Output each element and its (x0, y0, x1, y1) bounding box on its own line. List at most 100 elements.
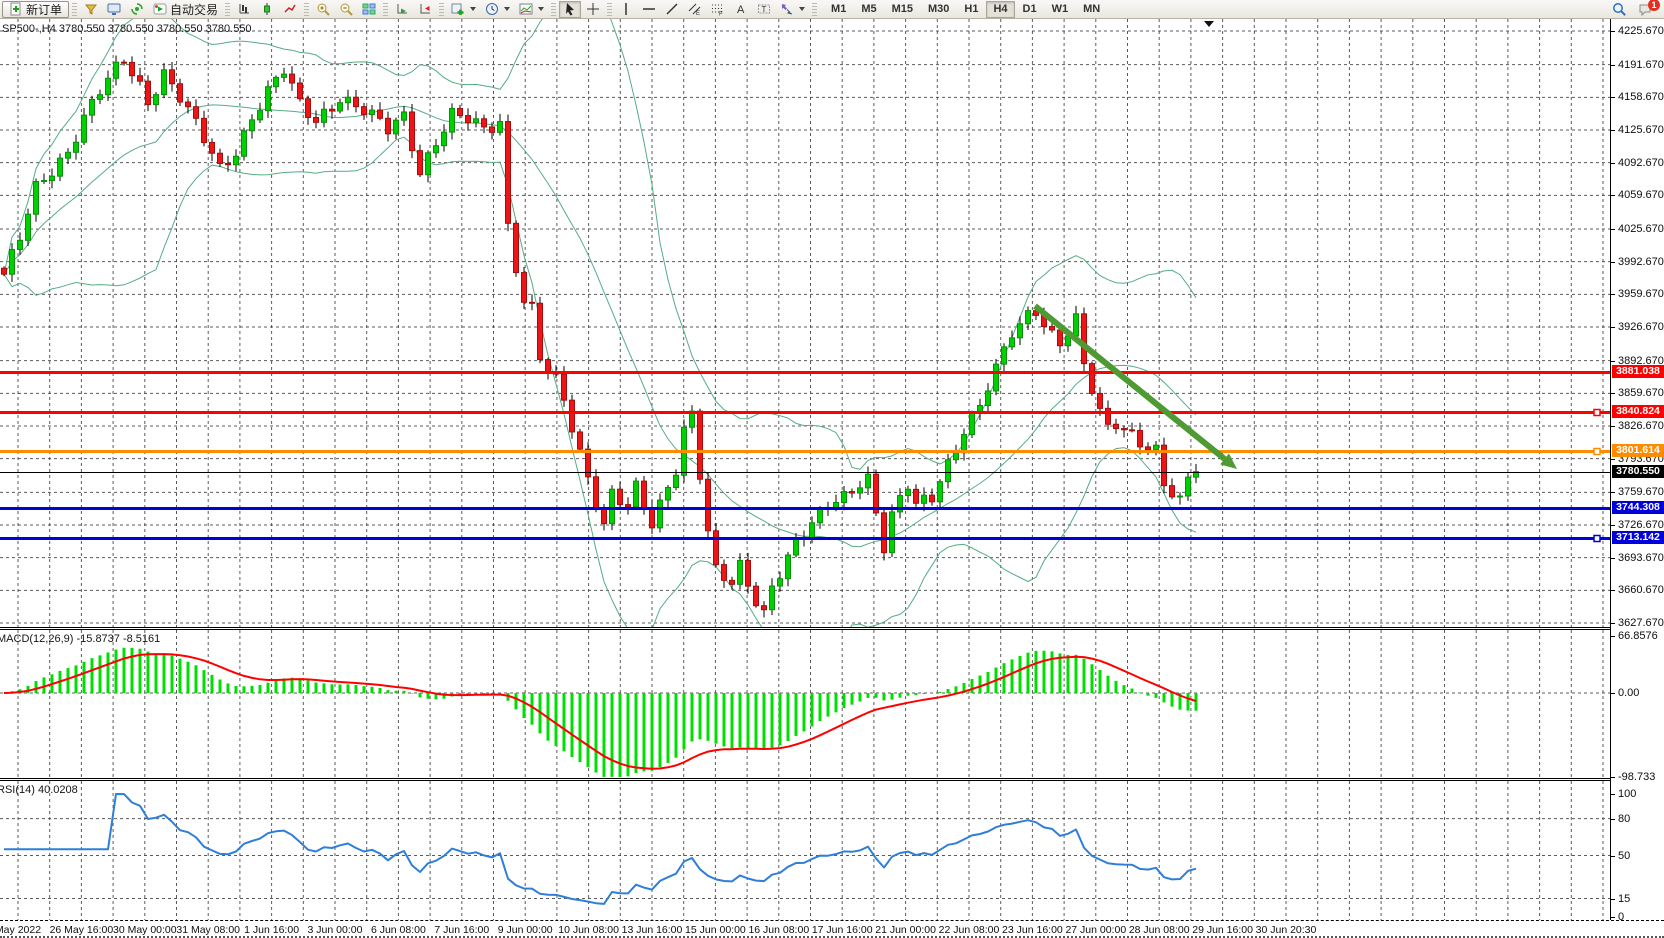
trendline-button[interactable] (661, 1, 683, 18)
new-order-icon (9, 2, 23, 16)
macd-pane[interactable]: MACD(12,26,9) -15.8737 -8.5161 (0, 630, 1610, 778)
zoom-in-button[interactable] (312, 1, 334, 18)
vertical-line-button[interactable] (615, 1, 637, 18)
time-tick-label: 16 Jun 08:00 (748, 924, 809, 936)
price-tick-label: 3992.670 (1618, 256, 1664, 268)
svg-text:E: E (696, 11, 700, 16)
time-tick-label: 26 May 16:00 (50, 924, 114, 936)
price-tick-label: 4191.670 (1618, 59, 1664, 71)
fibonacci-icon: F (711, 2, 725, 16)
time-tick-label: 10 Jun 08:00 (558, 924, 619, 936)
metaeditor-button[interactable] (80, 1, 102, 18)
time-tick-label: 29 Jun 16:00 (1192, 924, 1253, 936)
crosshair-button[interactable] (582, 1, 604, 18)
rsi-label: RSI(14) 40.0208 (0, 784, 78, 796)
tile-windows-button[interactable] (358, 1, 380, 18)
timeframe-w1[interactable]: W1 (1045, 1, 1076, 18)
timeframe-group: M1M5M15M30H1H4D1W1MN (824, 1, 1107, 18)
horizontal-line-icon (642, 2, 656, 16)
periods-button[interactable] (481, 1, 514, 18)
market-watch-icon (107, 2, 121, 16)
svg-text:A: A (737, 4, 745, 16)
templates-icon (519, 2, 533, 16)
time-axis[interactable]: May 202226 May 16:0030 May 00:0031 May 0… (0, 920, 1664, 938)
zoom-in-icon (316, 2, 330, 16)
search-button[interactable] (1608, 1, 1630, 18)
new-order-button[interactable]: 新订单 (2, 1, 69, 18)
main-price-pane[interactable]: SP500-,H4 3780.550 3780.550 3780.550 378… (0, 19, 1610, 627)
price-tick-label: 3660.670 (1618, 584, 1664, 596)
toolbar-right: 1 (1608, 1, 1662, 18)
toolbar-grip (72, 3, 77, 16)
cursor-icon (563, 2, 577, 16)
time-tick-label: 13 Jun 16:00 (622, 924, 683, 936)
price-tag-3713.142: 3713.142 (1612, 531, 1664, 544)
pane-separator[interactable] (0, 778, 1664, 781)
time-tick-label: 7 Jun 16:00 (434, 924, 489, 936)
time-tick-label: 30 Jun 20:30 (1256, 924, 1317, 936)
text-label-button[interactable]: T (753, 1, 775, 18)
bar-chart-icon (237, 2, 251, 16)
autotrading-button[interactable]: 自动交易 (149, 1, 222, 18)
rsi-tick-label: 50 (1618, 850, 1630, 862)
macd-tick-label: 0.00 (1618, 687, 1639, 699)
time-tick-label: 27 Jun 00:00 (1065, 924, 1126, 936)
price-tick-label: 3826.670 (1618, 420, 1664, 432)
macd-tick-label: -98.733 (1618, 771, 1655, 783)
templates-button[interactable] (515, 1, 548, 18)
notification-badge: 1 (1648, 0, 1660, 11)
trendline-icon (665, 2, 679, 16)
cursor-button[interactable] (559, 1, 581, 18)
auto-scroll-button[interactable] (391, 1, 413, 18)
indicators-button[interactable] (447, 1, 480, 18)
timeframe-d1[interactable]: D1 (1016, 1, 1044, 18)
rsi-tick-label: 15 (1618, 893, 1630, 905)
price-tag-3801.614: 3801.614 (1612, 444, 1664, 457)
arrows-button[interactable] (776, 1, 809, 18)
price-tick-label: 3693.670 (1618, 552, 1664, 564)
horizontal-line-button[interactable] (638, 1, 660, 18)
time-tick-label: 9 Jun 00:00 (498, 924, 553, 936)
timeframe-h1[interactable]: H1 (957, 1, 985, 18)
equidistant-channel-button[interactable]: E (684, 1, 706, 18)
time-tick-label: 1 Jun 16:00 (244, 924, 299, 936)
text-icon: A (734, 2, 748, 16)
rsi-pane[interactable]: RSI(14) 40.0208 (0, 781, 1610, 920)
time-tick-label: 31 May 08:00 (176, 924, 240, 936)
svg-text:T: T (762, 5, 767, 14)
price-tick-label: 4025.670 (1618, 223, 1664, 235)
bar-chart-button[interactable] (233, 1, 255, 18)
price-tick-label: 3726.670 (1618, 519, 1664, 531)
macd-tick-label: 66.8576 (1618, 630, 1658, 642)
chart-shift-marker[interactable] (1204, 21, 1214, 27)
price-tick-label: 3627.670 (1618, 617, 1664, 629)
price-axis[interactable]: 4225.6704191.6704158.6704125.6704092.670… (1610, 19, 1664, 920)
text-button[interactable]: A (730, 1, 752, 18)
price-tick-label: 4059.670 (1618, 189, 1664, 201)
chart-shift-button[interactable] (414, 1, 436, 18)
time-tick-label: 15 Jun 00:00 (685, 924, 746, 936)
price-tick-label: 4092.670 (1618, 157, 1664, 169)
new-order-label: 新订单 (26, 1, 62, 18)
timeframe-m30[interactable]: M30 (921, 1, 956, 18)
main-toolbar: 新订单 自动交易 (0, 0, 1664, 19)
timeframe-m5[interactable]: M5 (854, 1, 883, 18)
candlestick-chart-button[interactable] (256, 1, 278, 18)
autotrading-label: 自动交易 (170, 1, 218, 18)
market-watch-button[interactable] (103, 1, 125, 18)
timeframe-mn[interactable]: MN (1076, 1, 1107, 18)
timeframe-m15[interactable]: M15 (885, 1, 920, 18)
chart-ohlc-label: SP500-,H4 3780.550 3780.550 3780.550 378… (2, 23, 252, 35)
line-chart-button[interactable] (279, 1, 301, 18)
periods-icon (485, 2, 499, 16)
timeframe-m1[interactable]: M1 (824, 1, 853, 18)
arrows-icon (780, 2, 794, 16)
signals-button[interactable] (126, 1, 148, 18)
pane-separator[interactable] (0, 627, 1664, 630)
zoom-out-button[interactable] (335, 1, 357, 18)
time-tick-label: 28 Jun 08:00 (1129, 924, 1190, 936)
fibonacci-button[interactable]: F (707, 1, 729, 18)
chart-shift-icon (418, 2, 432, 16)
zoom-out-icon (339, 2, 353, 16)
timeframe-h4[interactable]: H4 (986, 1, 1014, 18)
